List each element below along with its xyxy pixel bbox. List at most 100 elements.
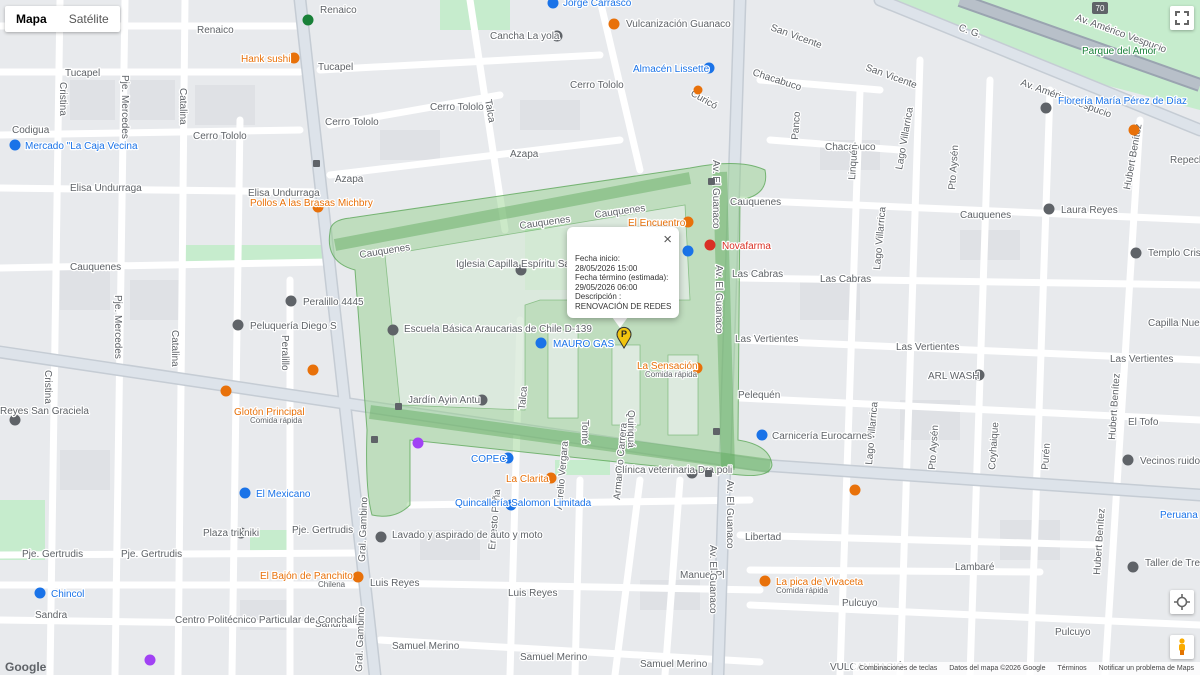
poi-icon [704, 239, 716, 251]
poi-label: Vecinos ruidosos [1140, 456, 1200, 467]
svg-text:Comida rápida: Comida rápida [250, 416, 303, 425]
poi-icon [682, 245, 694, 257]
street-label: Pulcuyo [842, 598, 878, 609]
street-label: Cauquenes [730, 197, 781, 208]
poi-icon [307, 364, 319, 376]
info-window-close-button[interactable]: × [663, 232, 672, 247]
pegman-icon [1179, 638, 1185, 655]
street-label: Cerro Tololo [193, 131, 247, 142]
poi-icon [352, 571, 364, 583]
street-label: Samuel Merino [520, 652, 588, 663]
poi-label: Cancha La yola [490, 31, 560, 42]
street-label: Cauquenes [960, 210, 1011, 221]
google-logo[interactable]: Google [5, 660, 46, 674]
poi-label: Laura Reyes [1061, 205, 1118, 216]
street-label: Pelequén [738, 390, 780, 401]
poi-label: ARL WASH [928, 371, 980, 382]
keyboard-shortcuts-link[interactable]: Combinaciones de teclas [853, 665, 943, 672]
route-shield-badge: 70 [1092, 2, 1108, 14]
poi-icon [1127, 561, 1139, 573]
map-footer: Combinaciones de teclas Datos del mapa ©… [853, 662, 1200, 675]
info-start-label: Fecha inicio: [575, 254, 620, 263]
info-window: × Fecha inicio: 28/05/2026 15:00 Fecha t… [567, 227, 679, 318]
street-label: Azapa [335, 174, 364, 185]
poi-icon [1043, 203, 1055, 215]
poi-label: Iglesia Capilla Espíritu Santo [456, 259, 584, 270]
crosshair-icon [1174, 594, 1190, 610]
poi-icon [387, 324, 399, 336]
poi-icon [1128, 124, 1140, 136]
poi-label: COPEC [471, 454, 507, 465]
poi-icon [1122, 454, 1134, 466]
poi-icon [535, 337, 547, 349]
street-label: Renaico [197, 25, 234, 36]
street-label: Pje. Gertrudis [22, 549, 83, 560]
street-label: Elisa Undurraga [70, 183, 142, 194]
poi-label: Pollos A las Brasas Michbry [250, 198, 373, 209]
street-label: Samuel Merino [640, 659, 708, 670]
street-label: Las Vertientes [896, 342, 959, 353]
map-type-satellite-button[interactable]: Satélite [58, 6, 120, 32]
poi-label: Parque del Amor [1082, 46, 1157, 57]
poi-label: Taller de Tren Delantero, Alineac [1145, 558, 1200, 569]
street-label: Pulcuyo [1055, 627, 1091, 638]
street-label: Lambaré [955, 562, 995, 573]
poi-icon [1040, 102, 1052, 114]
street-label: Tucapel [65, 68, 100, 79]
street-label: Cerro Tololo [430, 102, 484, 113]
poi-label: Jardín Ayin Antu [408, 395, 480, 406]
fullscreen-button[interactable] [1170, 6, 1194, 30]
street-label: Catalina [169, 330, 180, 367]
street-label: El Tofo [1128, 417, 1159, 428]
street-view-pegman-button[interactable] [1170, 635, 1194, 659]
poi-icon [849, 484, 861, 496]
my-location-button[interactable] [1170, 590, 1194, 614]
poi-icon [412, 437, 424, 449]
poi-label: Lavado y aspirado de auto y moto [392, 530, 543, 541]
poi-label: Templo Cristo Nuestro Pastor [1148, 248, 1200, 259]
poi-icon [756, 429, 768, 441]
poi-label: Repechaje focos y [1170, 155, 1200, 166]
report-problem-link[interactable]: Notificar un problema de Maps [1093, 665, 1200, 672]
map-type-map-button[interactable]: Mapa [5, 6, 58, 32]
poi-label: La Clarita [506, 474, 549, 485]
map-canvas[interactable]: Renaico Renaico Tucapel Tucapel Cerro To… [0, 0, 1200, 675]
poi-icon [285, 295, 297, 307]
svg-text:Comida rápida: Comida rápida [645, 370, 698, 379]
street-label: Av. El Guanaco [724, 480, 735, 549]
info-description-label: Descripción : [575, 292, 622, 301]
street-label: Samuel Merino [392, 641, 460, 652]
terms-link[interactable]: Términos [1051, 665, 1092, 672]
street-label: Cerro Tololo [570, 80, 624, 91]
svg-text:P: P [621, 329, 627, 339]
svg-text:70: 70 [1096, 4, 1105, 13]
poi-icon [220, 385, 232, 397]
svg-text:Comida rápida: Comida rápida [776, 586, 829, 595]
info-description-value: RENOVACIÓN DE REDES [575, 301, 672, 311]
poi-label: El Mexicano [256, 489, 311, 500]
street-label: Tomé [579, 420, 590, 445]
map-type-control: Mapa Satélite [5, 6, 120, 32]
street-label: Luis Reyes [508, 588, 557, 599]
poi-icon [232, 319, 244, 331]
street-label: Pje. Mercedes [112, 295, 123, 359]
info-end-value: 29/05/2026 06:00 [575, 282, 638, 292]
street-label: Pje. Mercedes [119, 75, 130, 139]
poi-icon [9, 139, 21, 151]
poi-label: Chincol [51, 589, 84, 600]
street-label: Purén [1040, 443, 1053, 470]
poi-icon [302, 14, 314, 26]
poi-label: Mercado "La Caja Vecina [25, 141, 138, 152]
poi-label: Escuela Básica Araucarias de Chile D-139 [404, 324, 592, 335]
street-label: Las Cabras [820, 274, 871, 285]
street-label: Pje. Gertrudis [121, 549, 182, 560]
poi-icon [759, 575, 771, 587]
poi-icon [375, 531, 387, 543]
poi-icon [239, 487, 251, 499]
street-label: Peralillo [279, 335, 290, 371]
street-label: Av. El Guanaco [707, 545, 718, 614]
poi-icon [34, 587, 46, 599]
poi-icon [693, 85, 703, 95]
poi-label: Peruana C [1160, 510, 1200, 521]
street-label: Luis Reyes [370, 578, 419, 589]
